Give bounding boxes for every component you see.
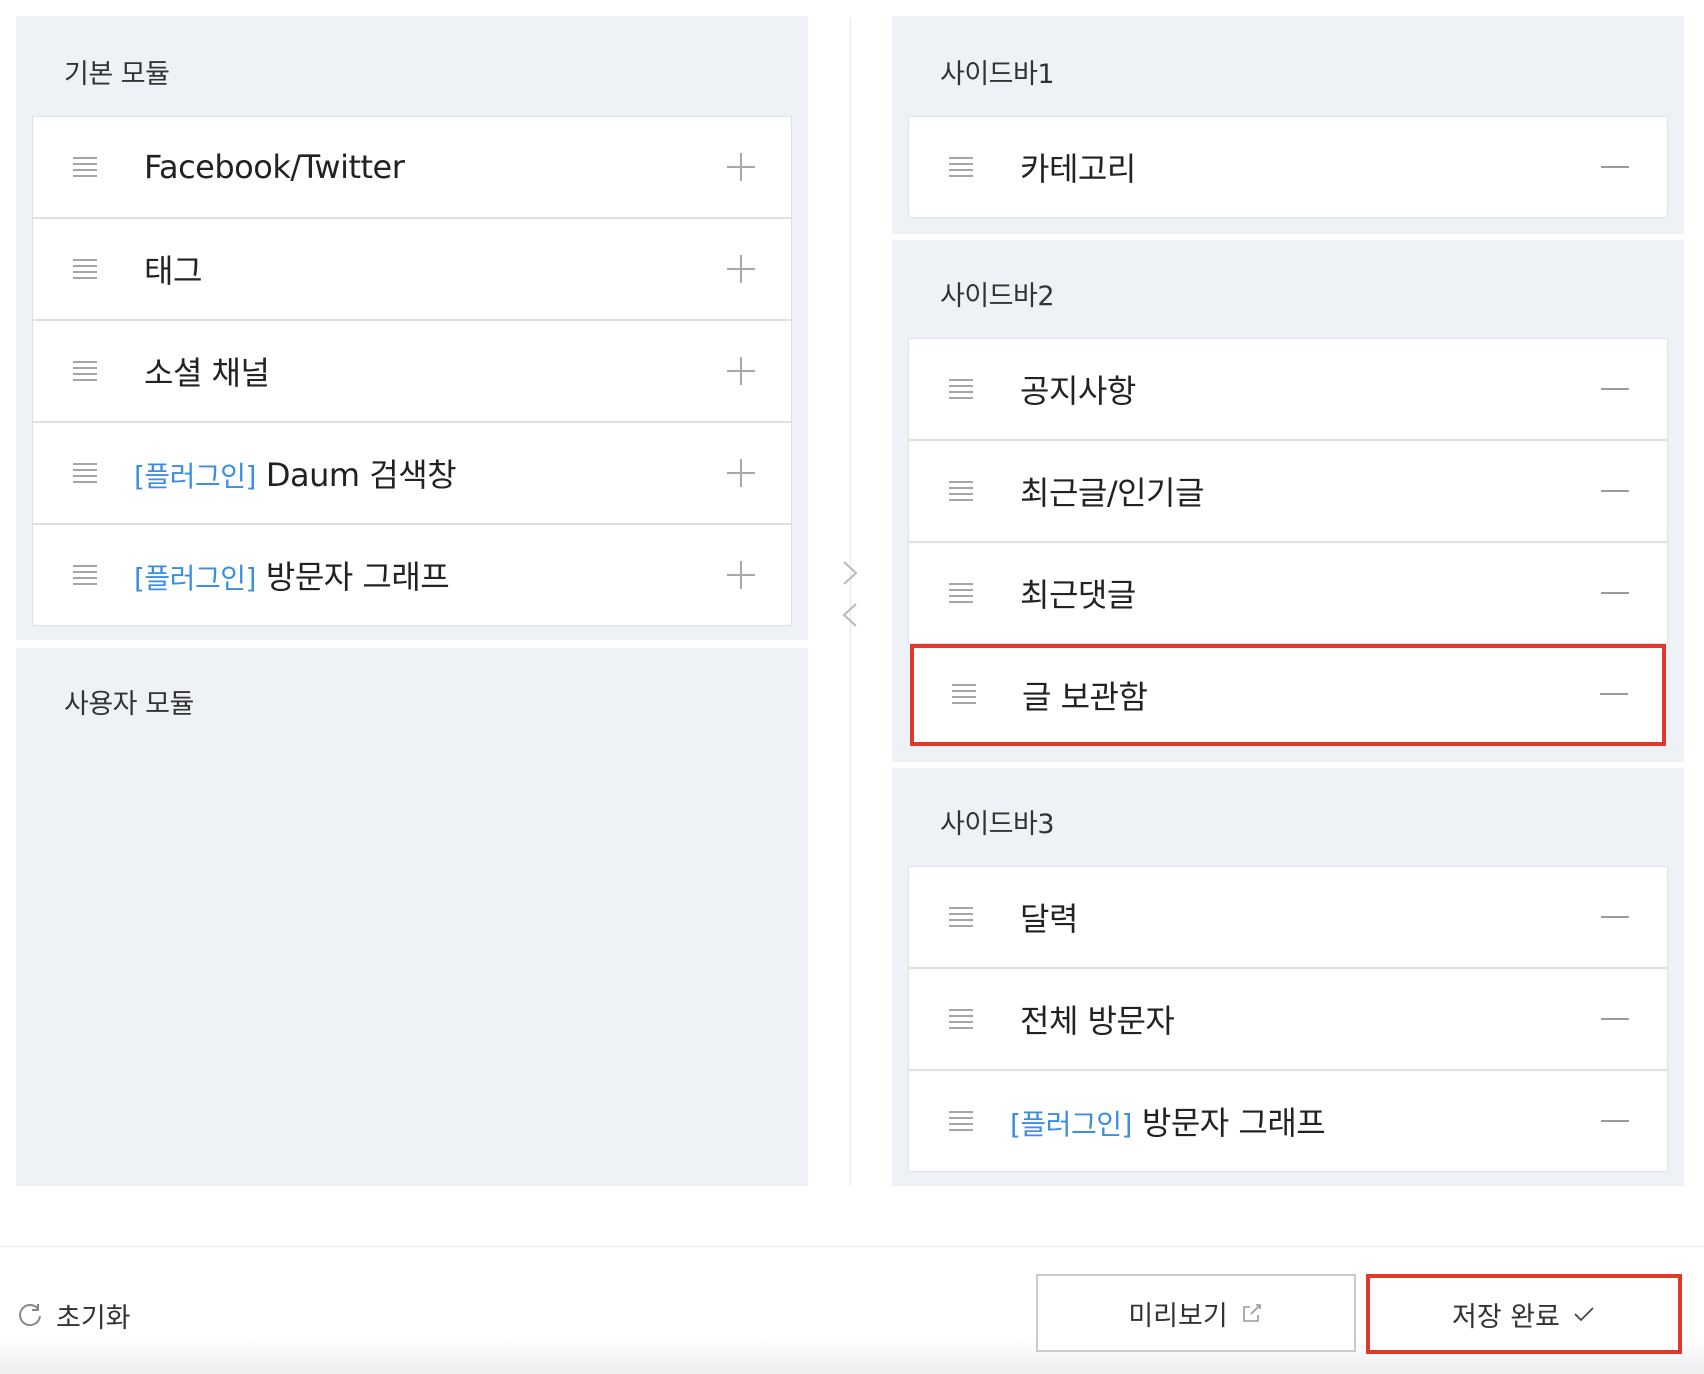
reset-label: 초기화 (56, 1303, 131, 1334)
plugin-tag: [플러그인] (134, 460, 256, 493)
plus-icon[interactable] (727, 561, 755, 589)
save-label: 저장 완료 (1452, 1301, 1560, 1333)
sidebar-item-category[interactable]: 카테고리 (908, 116, 1668, 218)
drag-handle-icon[interactable] (73, 463, 97, 483)
module-item-social-channel[interactable]: 소셜 채널 (32, 320, 792, 422)
minus-icon[interactable] (1601, 479, 1629, 503)
module-label: 달력 (1020, 900, 1078, 938)
plus-icon[interactable] (727, 357, 755, 385)
drag-handle-icon[interactable] (952, 684, 976, 704)
module-item-tag[interactable]: 태그 (32, 218, 792, 320)
module-label: [플러그인] 방문자 그래프 (134, 558, 450, 596)
drag-handle-icon[interactable] (949, 583, 973, 603)
basic-modules-title: 기본 모듈 (64, 59, 170, 90)
module-label: 글 보관함 (1022, 678, 1148, 716)
save-button[interactable]: 저장 완료 (1366, 1274, 1682, 1354)
preview-button[interactable]: 미리보기 (1036, 1274, 1356, 1352)
minus-icon[interactable] (1601, 377, 1629, 401)
sidebar-item-calendar[interactable]: 달력 (908, 866, 1668, 968)
sidebar-item-recent-popular[interactable]: 최근글/인기글 (908, 440, 1668, 542)
module-label: 전체 방문자 (1020, 1002, 1175, 1040)
refresh-icon (19, 1303, 41, 1326)
sidebar-item-total-visitors[interactable]: 전체 방문자 (908, 968, 1668, 1070)
drag-handle-icon[interactable] (73, 565, 97, 585)
module-label: Facebook/Twitter (144, 148, 405, 186)
user-modules-panel (16, 648, 808, 1186)
chevron-left-icon[interactable] (838, 600, 862, 630)
external-link-icon (1242, 1304, 1261, 1322)
drag-handle-icon[interactable] (73, 259, 97, 279)
preview-label: 미리보기 (1128, 1300, 1228, 1332)
drag-handle-icon[interactable] (949, 1111, 973, 1131)
module-item-visitor-graph[interactable]: [플러그인] 방문자 그래프 (32, 524, 792, 626)
module-label: 최근댓글 (1020, 576, 1136, 614)
drag-handle-icon[interactable] (949, 157, 973, 177)
sidebar-item-recent-comments[interactable]: 최근댓글 (908, 542, 1668, 644)
module-item-facebook-twitter[interactable]: Facebook/Twitter (32, 116, 792, 218)
plugin-tag: [플러그인] (134, 562, 256, 595)
module-label: 소셜 채널 (144, 354, 270, 392)
sidebar3-title: 사이드바3 (940, 809, 1055, 840)
drag-handle-icon[interactable] (949, 907, 973, 927)
minus-icon[interactable] (1601, 155, 1629, 179)
minus-icon[interactable] (1601, 1109, 1629, 1133)
module-item-daum-search[interactable]: [플러그인] Daum 검색창 (32, 422, 792, 524)
sidebar-item-visitor-graph[interactable]: [플러그인] 방문자 그래프 (908, 1070, 1668, 1172)
sidebar1-title: 사이드바1 (940, 59, 1055, 90)
minus-icon[interactable] (1601, 1007, 1629, 1031)
minus-icon[interactable] (1601, 581, 1629, 605)
user-modules-title: 사용자 모듈 (64, 689, 194, 720)
drag-handle-icon[interactable] (73, 157, 97, 177)
checkmark-icon (1574, 1307, 1594, 1322)
reset-button[interactable]: 초기화 (16, 1296, 131, 1335)
module-label: 태그 (144, 252, 202, 290)
chevron-right-icon[interactable] (838, 558, 862, 588)
module-label: [플러그인] 방문자 그래프 (1010, 1104, 1326, 1142)
sidebar-item-archive[interactable]: 글 보관함 (910, 644, 1666, 746)
sidebar-item-notice[interactable]: 공지사항 (908, 338, 1668, 440)
plus-icon[interactable] (727, 153, 755, 181)
minus-icon[interactable] (1601, 905, 1629, 929)
minus-icon[interactable] (1600, 682, 1628, 706)
plus-icon[interactable] (727, 255, 755, 283)
plugin-tag: [플러그인] (1010, 1108, 1132, 1141)
module-label: 카테고리 (1020, 150, 1136, 188)
drag-handle-icon[interactable] (949, 481, 973, 501)
plus-icon[interactable] (727, 459, 755, 487)
sidebar2-title: 사이드바2 (940, 281, 1055, 312)
module-label: 최근글/인기글 (1020, 474, 1204, 512)
module-label: 공지사항 (1020, 372, 1136, 410)
module-label: [플러그인] Daum 검색창 (134, 456, 457, 494)
drag-handle-icon[interactable] (949, 1009, 973, 1029)
drag-handle-icon[interactable] (73, 361, 97, 381)
drag-handle-icon[interactable] (949, 379, 973, 399)
